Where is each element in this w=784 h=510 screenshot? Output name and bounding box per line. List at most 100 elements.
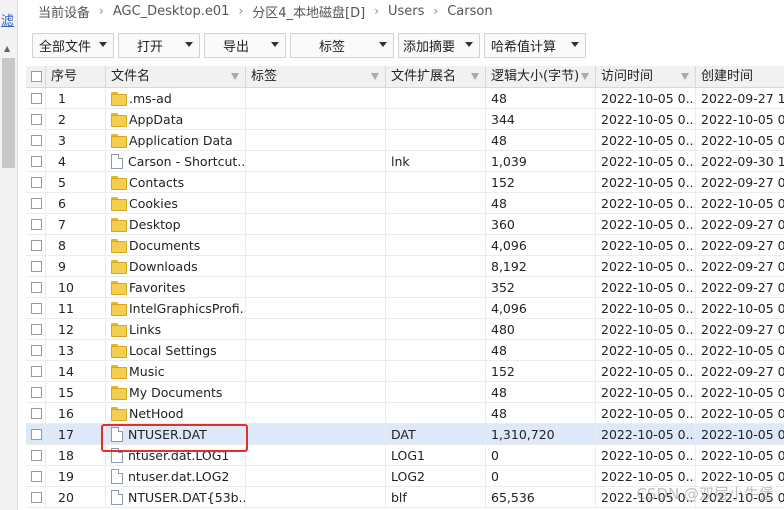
column-header-tag[interactable]: 标签 bbox=[246, 66, 386, 88]
row-checkbox[interactable] bbox=[31, 429, 42, 440]
row-checkbox-cell[interactable] bbox=[26, 172, 46, 193]
row-checkbox[interactable] bbox=[31, 366, 42, 377]
table-row[interactable]: 1 .ms-ad 48 2022-10-05 0... 2022-09-27 1... bbox=[26, 88, 784, 109]
row-checkbox-cell[interactable] bbox=[26, 361, 46, 382]
row-checkbox-cell[interactable] bbox=[26, 445, 46, 466]
cell-name[interactable]: .ms-ad bbox=[106, 88, 246, 109]
row-checkbox[interactable] bbox=[31, 114, 42, 125]
row-checkbox-cell[interactable] bbox=[26, 151, 46, 172]
row-checkbox[interactable] bbox=[31, 492, 42, 503]
cell-name[interactable]: Documents bbox=[106, 235, 246, 256]
cell-name[interactable]: Cookies bbox=[106, 193, 246, 214]
row-checkbox[interactable] bbox=[31, 219, 42, 230]
row-checkbox[interactable] bbox=[31, 408, 42, 419]
table-row[interactable]: 4 Carson - Shortcut.... lnk 1,039 2022-10-05… bbox=[26, 151, 784, 172]
row-checkbox-cell[interactable] bbox=[26, 403, 46, 424]
column-header-access[interactable]: 访问时间 bbox=[596, 66, 696, 88]
open-button[interactable]: 打开 bbox=[118, 33, 200, 58]
tag-button[interactable]: 标签 bbox=[290, 33, 394, 58]
column-header-ext[interactable]: 文件扩展名 bbox=[386, 66, 486, 88]
header-checkbox-cell[interactable] bbox=[26, 66, 46, 88]
cell-name[interactable]: Desktop bbox=[106, 214, 246, 235]
scroll-up-icon[interactable]: ▲ bbox=[4, 44, 10, 53]
table-row[interactable]: 6 Cookies 48 2022-10-05 0... 2022-10-05 0... bbox=[26, 193, 784, 214]
row-checkbox-cell[interactable] bbox=[26, 319, 46, 340]
table-row[interactable]: 5 Contacts 152 2022-10-05 0... 2022-09-27 0.… bbox=[26, 172, 784, 193]
row-checkbox[interactable] bbox=[31, 387, 42, 398]
table-row[interactable]: 11 IntelGraphicsProfi... 4,096 2022-10-05 0… bbox=[26, 298, 784, 319]
table-row[interactable]: 9 Downloads 8,192 2022-10-05 0... 2022-09-27… bbox=[26, 256, 784, 277]
row-checkbox[interactable] bbox=[31, 282, 42, 293]
table-row[interactable]: 14 Music 152 2022-10-05 0... 2022-09-27 0... bbox=[26, 361, 784, 382]
table-row[interactable]: 18 ntuser.dat.LOG1 LOG1 0 2022-10-05 0... 202… bbox=[26, 445, 784, 466]
row-checkbox[interactable] bbox=[31, 156, 42, 167]
table-row[interactable]: 8 Documents 4,096 2022-10-05 0... 2022-09-27… bbox=[26, 235, 784, 256]
row-checkbox[interactable] bbox=[31, 177, 42, 188]
row-checkbox[interactable] bbox=[31, 198, 42, 209]
table-row[interactable]: 10 Favorites 352 2022-10-05 0... 2022-09-27 … bbox=[26, 277, 784, 298]
table-row[interactable]: 17 NTUSER.DAT DAT 1,310,720 2022-10-05 0... 2… bbox=[26, 424, 784, 445]
add-digest-button[interactable]: 添加摘要 bbox=[398, 33, 480, 58]
row-checkbox-cell[interactable] bbox=[26, 424, 46, 445]
row-checkbox[interactable] bbox=[31, 324, 42, 335]
table-row[interactable]: 16 NetHood 48 2022-10-05 0... 2022-10-05 0..… bbox=[26, 403, 784, 424]
cell-name[interactable]: Downloads bbox=[106, 256, 246, 277]
row-checkbox-cell[interactable] bbox=[26, 256, 46, 277]
table-row[interactable]: 15 My Documents 48 2022-10-05 0... 2022-10-0… bbox=[26, 382, 784, 403]
row-checkbox-cell[interactable] bbox=[26, 466, 46, 487]
row-checkbox[interactable] bbox=[31, 93, 42, 104]
row-checkbox[interactable] bbox=[31, 135, 42, 146]
cell-name[interactable]: Music bbox=[106, 361, 246, 382]
cell-name[interactable]: Application Data bbox=[106, 130, 246, 151]
column-filter-icon[interactable] bbox=[371, 73, 379, 80]
cell-name[interactable]: Carson - Shortcut.... bbox=[106, 151, 246, 172]
breadcrumb-item[interactable]: AGC_Desktop.e01 bbox=[113, 4, 230, 19]
export-button[interactable]: 导出 bbox=[204, 33, 286, 58]
row-checkbox-cell[interactable] bbox=[26, 88, 46, 109]
table-row[interactable]: 13 Local Settings 48 2022-10-05 0... 2022-10… bbox=[26, 340, 784, 361]
filter-link[interactable]: 滤 bbox=[0, 10, 18, 29]
breadcrumb-item[interactable]: 当前设备 bbox=[38, 2, 90, 21]
column-filter-icon[interactable] bbox=[681, 73, 689, 80]
breadcrumb-item[interactable]: Users bbox=[388, 4, 424, 19]
breadcrumb-item[interactable]: 分区4_本地磁盘[D] bbox=[252, 2, 365, 21]
cell-name[interactable]: Local Settings bbox=[106, 340, 246, 361]
row-checkbox-cell[interactable] bbox=[26, 130, 46, 151]
row-checkbox-cell[interactable] bbox=[26, 340, 46, 361]
cell-name[interactable]: NTUSER.DAT{53b... bbox=[106, 487, 246, 508]
hash-calc-button[interactable]: 哈希值计算 bbox=[484, 33, 586, 58]
select-all-checkbox[interactable] bbox=[31, 71, 42, 82]
row-checkbox[interactable] bbox=[31, 345, 42, 356]
row-checkbox[interactable] bbox=[31, 261, 42, 272]
table-row[interactable]: 3 Application Data 48 2022-10-05 0... 2022-1… bbox=[26, 130, 784, 151]
table-row[interactable]: 7 Desktop 360 2022-10-05 0... 2022-09-27 0..… bbox=[26, 214, 784, 235]
row-checkbox-cell[interactable] bbox=[26, 298, 46, 319]
left-scrollbar-thumb[interactable] bbox=[2, 58, 15, 168]
row-checkbox[interactable] bbox=[31, 471, 42, 482]
row-checkbox-cell[interactable] bbox=[26, 235, 46, 256]
column-header-name[interactable]: 文件名 bbox=[106, 66, 246, 88]
cell-name[interactable]: ntuser.dat.LOG2 bbox=[106, 466, 246, 487]
cell-name[interactable]: AppData bbox=[106, 109, 246, 130]
column-filter-icon[interactable] bbox=[581, 73, 589, 80]
cell-name[interactable]: Favorites bbox=[106, 277, 246, 298]
table-row[interactable]: 12 Links 480 2022-10-05 0... 2022-09-27 0... bbox=[26, 319, 784, 340]
row-checkbox-cell[interactable] bbox=[26, 277, 46, 298]
row-checkbox-cell[interactable] bbox=[26, 382, 46, 403]
row-checkbox[interactable] bbox=[31, 303, 42, 314]
cell-name[interactable]: Links bbox=[106, 319, 246, 340]
row-checkbox-cell[interactable] bbox=[26, 109, 46, 130]
table-row[interactable]: 2 AppData 344 2022-10-05 0... 2022-10-05 0..… bbox=[26, 109, 784, 130]
row-checkbox[interactable] bbox=[31, 240, 42, 251]
row-checkbox[interactable] bbox=[31, 450, 42, 461]
cell-name[interactable]: NetHood bbox=[106, 403, 246, 424]
column-header-created[interactable]: 创建时间 bbox=[696, 66, 784, 88]
row-checkbox-cell[interactable] bbox=[26, 487, 46, 508]
select-all-dropdown[interactable]: 全部文件 bbox=[32, 33, 114, 58]
cell-name[interactable]: Contacts bbox=[106, 172, 246, 193]
breadcrumb-item[interactable]: Carson bbox=[447, 4, 492, 19]
row-checkbox-cell[interactable] bbox=[26, 193, 46, 214]
column-header-size[interactable]: 逻辑大小(字节) bbox=[486, 66, 596, 88]
column-header-seq[interactable]: 序号 bbox=[46, 66, 106, 88]
cell-name[interactable]: My Documents bbox=[106, 382, 246, 403]
